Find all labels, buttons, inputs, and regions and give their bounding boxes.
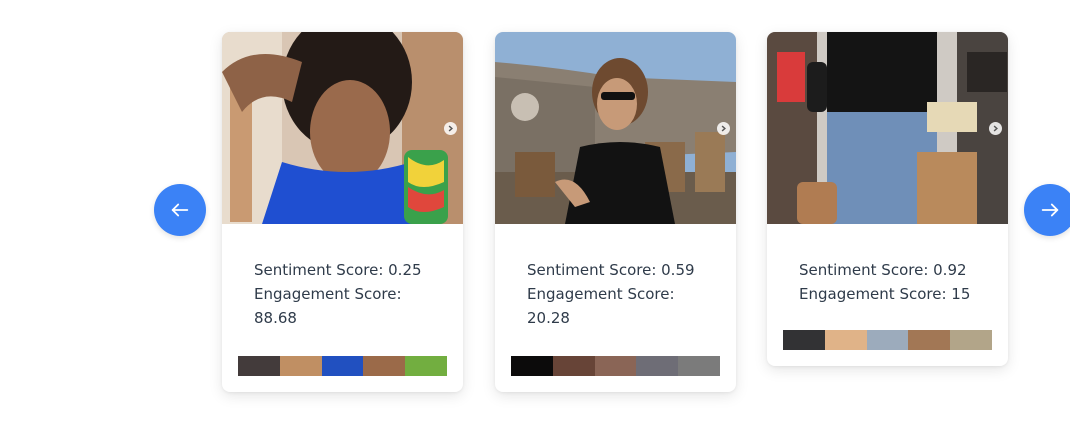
color-swatch: [363, 356, 406, 376]
color-swatch: [678, 356, 720, 376]
arrow-right-icon: [1041, 203, 1059, 217]
post-image: [222, 32, 463, 224]
color-palette: [238, 356, 447, 376]
color-swatch: [238, 356, 280, 376]
post-image: [767, 32, 1008, 224]
color-swatch: [405, 356, 447, 376]
color-palette: [783, 330, 992, 350]
chevron-right-icon: [721, 125, 726, 132]
post-carousel: Sentiment Score: 0.25 Engagement Score: …: [0, 0, 1070, 442]
color-swatch: [636, 356, 679, 376]
sentiment-score: Sentiment Score: 0.92: [799, 261, 967, 279]
post-card[interactable]: Sentiment Score: 0.92 Engagement Score: …: [767, 32, 1008, 366]
image-next-button[interactable]: [717, 122, 730, 135]
color-swatch: [908, 330, 951, 350]
color-swatch: [321, 356, 364, 376]
engagement-score-label: Engagement Score:: [527, 285, 675, 303]
engagement-score-label: Engagement Score:: [254, 285, 402, 303]
color-swatch: [950, 330, 992, 350]
color-palette: [511, 356, 720, 376]
color-swatch: [824, 330, 867, 350]
color-swatch: [279, 356, 322, 376]
post-image: [495, 32, 736, 224]
image-next-button[interactable]: [989, 122, 1002, 135]
post-card[interactable]: Sentiment Score: 0.25 Engagement Score: …: [222, 32, 463, 392]
chevron-right-icon: [993, 125, 998, 132]
color-swatch: [511, 356, 553, 376]
image-next-button[interactable]: [444, 122, 457, 135]
color-swatch: [552, 356, 595, 376]
carousel-prev-button[interactable]: [154, 184, 206, 236]
arrow-left-icon: [171, 203, 189, 217]
chevron-right-icon: [448, 125, 453, 132]
post-card[interactable]: Sentiment Score: 0.59 Engagement Score: …: [495, 32, 736, 392]
engagement-score-value: 20.28: [527, 309, 570, 327]
color-swatch: [594, 356, 637, 376]
color-swatch: [783, 330, 825, 350]
color-swatch: [866, 330, 909, 350]
engagement-score-value: 88.68: [254, 309, 297, 327]
engagement-score: Engagement Score: 15: [799, 285, 971, 303]
carousel-next-button[interactable]: [1024, 184, 1070, 236]
sentiment-score: Sentiment Score: 0.25: [254, 261, 422, 279]
sentiment-score: Sentiment Score: 0.59: [527, 261, 695, 279]
